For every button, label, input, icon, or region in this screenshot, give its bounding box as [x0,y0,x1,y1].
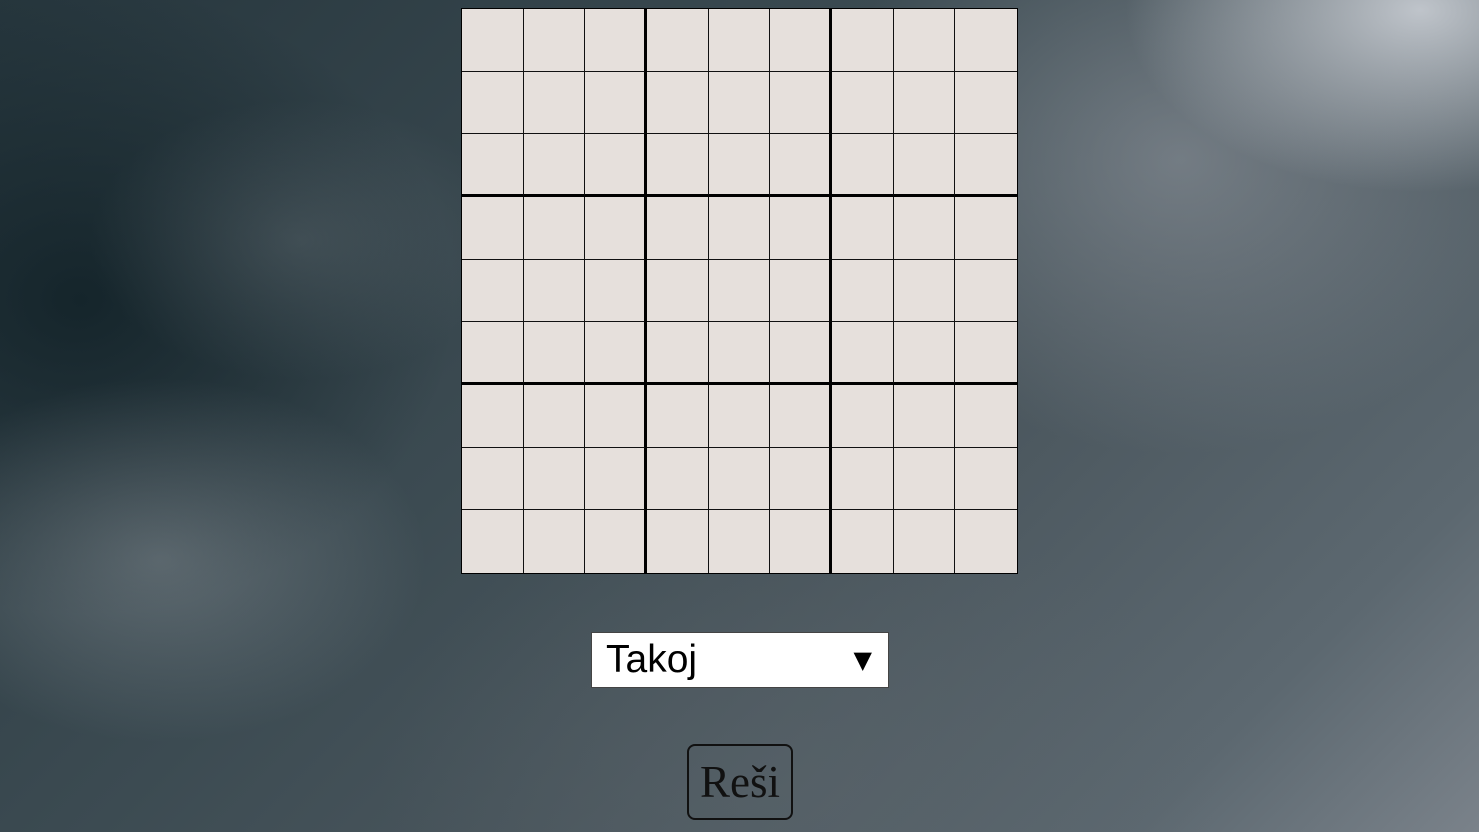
sudoku-cell[interactable] [585,510,647,573]
sudoku-cell[interactable] [955,9,1017,72]
sudoku-cell[interactable] [708,259,771,323]
sudoku-cell[interactable] [462,71,524,135]
sudoku-cell[interactable] [585,71,647,135]
sudoku-cell[interactable] [708,447,771,511]
sudoku-cell[interactable] [955,385,1017,448]
sudoku-cell[interactable] [462,197,524,260]
sudoku-cell[interactable] [832,259,894,323]
sudoku-cell[interactable] [523,510,586,573]
sudoku-cell[interactable] [647,197,709,260]
sudoku-cell[interactable] [832,71,894,135]
sudoku-cell[interactable] [585,322,647,385]
sudoku-cell[interactable] [832,510,894,573]
sudoku-cell[interactable] [708,134,771,197]
sudoku-cell[interactable] [647,71,709,135]
sudoku-cell[interactable] [708,9,771,72]
sudoku-cell[interactable] [955,259,1017,323]
dropdown-arrow-icon: ▼ [853,646,872,674]
sudoku-cell[interactable] [770,510,832,573]
sudoku-cell[interactable] [708,510,771,573]
sudoku-cell[interactable] [893,71,956,135]
sudoku-cell[interactable] [770,134,832,197]
sudoku-cell[interactable] [708,71,771,135]
sudoku-cell[interactable] [770,447,832,511]
sudoku-cell[interactable] [462,259,524,323]
sudoku-cell[interactable] [462,134,524,197]
sudoku-cell[interactable] [585,197,647,260]
sudoku-cell[interactable] [955,510,1017,573]
sudoku-cell[interactable] [523,259,586,323]
sudoku-cell[interactable] [523,9,586,72]
sudoku-cell[interactable] [708,197,771,260]
sudoku-cell[interactable] [708,385,771,448]
sudoku-cell[interactable] [893,197,956,260]
sudoku-cell[interactable] [585,447,647,511]
sudoku-cell[interactable] [647,510,709,573]
sudoku-cell[interactable] [523,134,586,197]
sudoku-cell[interactable] [832,322,894,385]
speed-select-value: Takoj [606,638,698,681]
sudoku-cell[interactable] [770,385,832,448]
sudoku-cell[interactable] [585,385,647,448]
speed-select[interactable]: Takoj ▼ [591,632,889,688]
sudoku-cell[interactable] [462,447,524,511]
sudoku-cell[interactable] [585,259,647,323]
sudoku-cell[interactable] [462,9,524,72]
sudoku-cell[interactable] [770,9,832,72]
sudoku-cell[interactable] [893,259,956,323]
sudoku-cell[interactable] [708,322,771,385]
sudoku-cell[interactable] [832,197,894,260]
sudoku-cell[interactable] [955,447,1017,511]
sudoku-cell[interactable] [647,322,709,385]
sudoku-cell[interactable] [832,447,894,511]
sudoku-cell[interactable] [770,197,832,260]
sudoku-cell[interactable] [523,447,586,511]
sudoku-cell[interactable] [832,134,894,197]
sudoku-cell[interactable] [523,322,586,385]
sudoku-cell[interactable] [770,322,832,385]
sudoku-cell[interactable] [955,71,1017,135]
sudoku-cell[interactable] [647,259,709,323]
sudoku-cell[interactable] [955,322,1017,385]
sudoku-cell[interactable] [647,385,709,448]
sudoku-cell[interactable] [462,322,524,385]
sudoku-cell[interactable] [893,447,956,511]
sudoku-cell[interactable] [462,385,524,448]
sudoku-cell[interactable] [832,385,894,448]
sudoku-cell[interactable] [647,134,709,197]
sudoku-cell[interactable] [893,322,956,385]
sudoku-cell[interactable] [647,447,709,511]
sudoku-cell[interactable] [893,9,956,72]
sudoku-cell[interactable] [585,134,647,197]
sudoku-cell[interactable] [523,385,586,448]
sudoku-cell[interactable] [462,510,524,573]
sudoku-cell[interactable] [647,9,709,72]
sudoku-cell[interactable] [585,9,647,72]
sudoku-cell[interactable] [523,71,586,135]
sudoku-cell[interactable] [832,9,894,72]
sudoku-cell[interactable] [955,197,1017,260]
sudoku-cell[interactable] [770,71,832,135]
sudoku-cell[interactable] [893,385,956,448]
solve-button[interactable]: Reši [687,744,793,820]
sudoku-board [461,8,1018,574]
sudoku-cell[interactable] [770,259,832,323]
sudoku-cell[interactable] [523,197,586,260]
sudoku-cell[interactable] [893,510,956,573]
sudoku-cell[interactable] [893,134,956,197]
sudoku-cell[interactable] [955,134,1017,197]
